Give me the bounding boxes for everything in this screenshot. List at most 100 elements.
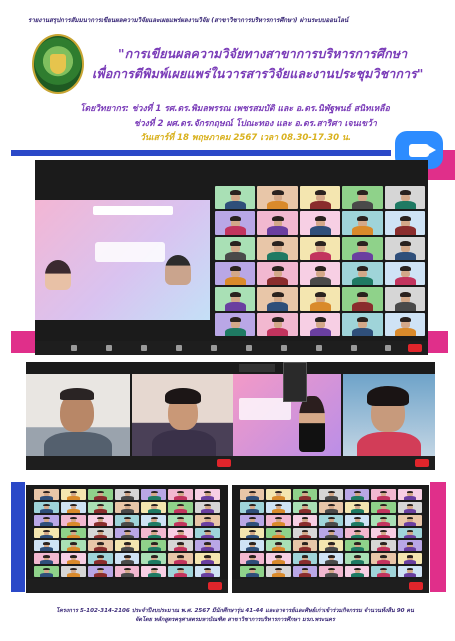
participant-tile bbox=[371, 553, 396, 565]
participant-hair bbox=[204, 555, 212, 558]
participant-tile bbox=[240, 489, 265, 500]
participant-tile bbox=[292, 501, 317, 513]
record-icon[interactable] bbox=[280, 345, 287, 351]
participant-hair bbox=[177, 529, 185, 532]
participant-body bbox=[324, 534, 338, 539]
participant-body bbox=[351, 547, 364, 552]
participant-hair bbox=[248, 555, 256, 558]
participant-tile bbox=[266, 566, 291, 577]
participant-hair bbox=[275, 542, 283, 545]
participant-tile bbox=[318, 527, 344, 539]
decor-band-blue bbox=[11, 150, 391, 156]
participant-hair bbox=[354, 490, 361, 494]
participant-body bbox=[225, 251, 247, 260]
seminar-title-line-2: เพื่อการตีพิมพ์เผยแพร่ในวารสารวิจัยและงา… bbox=[92, 66, 424, 81]
participant-tile bbox=[215, 211, 256, 235]
end-meeting-button[interactable] bbox=[208, 582, 222, 590]
security-icon[interactable] bbox=[141, 345, 148, 351]
participant-tile bbox=[168, 514, 194, 526]
end-meeting-button[interactable] bbox=[415, 459, 429, 467]
participant-tile bbox=[318, 514, 344, 526]
video-icon[interactable] bbox=[106, 345, 113, 351]
participant-body bbox=[267, 327, 289, 336]
participant-tile bbox=[114, 501, 140, 513]
participant-body bbox=[40, 521, 54, 526]
participant-tile bbox=[299, 262, 341, 286]
participant-body bbox=[67, 508, 80, 513]
apps-icon[interactable] bbox=[350, 345, 357, 351]
zoom-toolbar bbox=[26, 456, 237, 470]
participant-hair bbox=[43, 503, 51, 507]
participant-hair bbox=[354, 529, 361, 532]
participant-body bbox=[403, 573, 417, 577]
participant-body bbox=[324, 508, 338, 513]
participant-body bbox=[174, 521, 188, 526]
participant-body bbox=[394, 226, 416, 235]
participant-tile bbox=[345, 540, 370, 552]
participant-body bbox=[201, 508, 215, 513]
participant-body bbox=[174, 560, 188, 565]
participant-hair bbox=[70, 529, 77, 532]
participant-body bbox=[93, 573, 107, 577]
participant-tile bbox=[345, 553, 370, 565]
participant-hair bbox=[177, 555, 185, 558]
participant-tile bbox=[342, 287, 383, 311]
participant-hair bbox=[354, 516, 361, 520]
participant-tile bbox=[60, 540, 86, 552]
end-meeting-button[interactable] bbox=[217, 459, 231, 467]
share-screen-icon[interactable] bbox=[245, 345, 252, 351]
participant-tile bbox=[397, 489, 422, 500]
more-icon[interactable] bbox=[385, 345, 392, 351]
participant-tile bbox=[87, 540, 113, 552]
mute-icon[interactable] bbox=[71, 345, 78, 351]
context-menu[interactable] bbox=[283, 362, 307, 402]
participant-strip bbox=[239, 364, 275, 372]
participant-tile bbox=[384, 312, 425, 336]
participant-hair bbox=[399, 215, 411, 221]
participant-body bbox=[377, 521, 391, 526]
participant-hair bbox=[229, 240, 242, 246]
participant-body bbox=[225, 200, 247, 210]
participant-hair bbox=[123, 529, 131, 532]
participant-hair bbox=[380, 503, 388, 507]
participant-hair bbox=[43, 542, 51, 545]
participant-tile bbox=[342, 312, 383, 336]
participants-icon[interactable] bbox=[176, 345, 183, 351]
reactions-icon[interactable] bbox=[315, 345, 322, 351]
event-date: วันเสาร์ที่ 18 พฤษภาคม 2567 เวลา 08.30-1… bbox=[140, 133, 352, 143]
participant-body bbox=[201, 547, 215, 552]
speaker-photo bbox=[45, 260, 71, 290]
participant-tile bbox=[257, 287, 298, 311]
participant-body bbox=[377, 560, 391, 565]
participant-body bbox=[201, 534, 215, 539]
participant-hair bbox=[275, 529, 283, 532]
participant-tile bbox=[195, 489, 220, 500]
shared-presentation-slide bbox=[35, 200, 210, 320]
participant-hair bbox=[96, 516, 104, 520]
participant-tile bbox=[240, 553, 265, 565]
end-meeting-button[interactable] bbox=[409, 582, 423, 590]
end-meeting-button[interactable] bbox=[408, 344, 422, 352]
participant-body bbox=[40, 560, 54, 565]
participant-hair bbox=[43, 555, 51, 558]
participant-tile bbox=[60, 566, 86, 577]
participant-body bbox=[120, 573, 134, 577]
participant-hair bbox=[43, 529, 51, 532]
participant-hair bbox=[399, 240, 411, 246]
participant-body bbox=[225, 276, 247, 286]
chat-icon[interactable] bbox=[211, 345, 217, 351]
participant-hair bbox=[272, 266, 284, 272]
participant-hair bbox=[96, 529, 104, 532]
participant-body bbox=[67, 495, 80, 500]
participant-hair bbox=[327, 503, 335, 507]
participant-body bbox=[120, 508, 134, 513]
participant-hair bbox=[301, 555, 309, 558]
participant-hair bbox=[275, 503, 283, 507]
participant-tile bbox=[342, 186, 383, 210]
participant-body bbox=[225, 302, 247, 311]
participant-tile bbox=[240, 514, 265, 526]
project-footer-line-2: จัดโดย หลักสูตรครุศาสตรมหาบัณฑิต สาขาวิช… bbox=[135, 617, 335, 623]
participant-tile bbox=[34, 566, 59, 577]
participant-body bbox=[174, 534, 188, 539]
participant-body bbox=[267, 200, 289, 210]
